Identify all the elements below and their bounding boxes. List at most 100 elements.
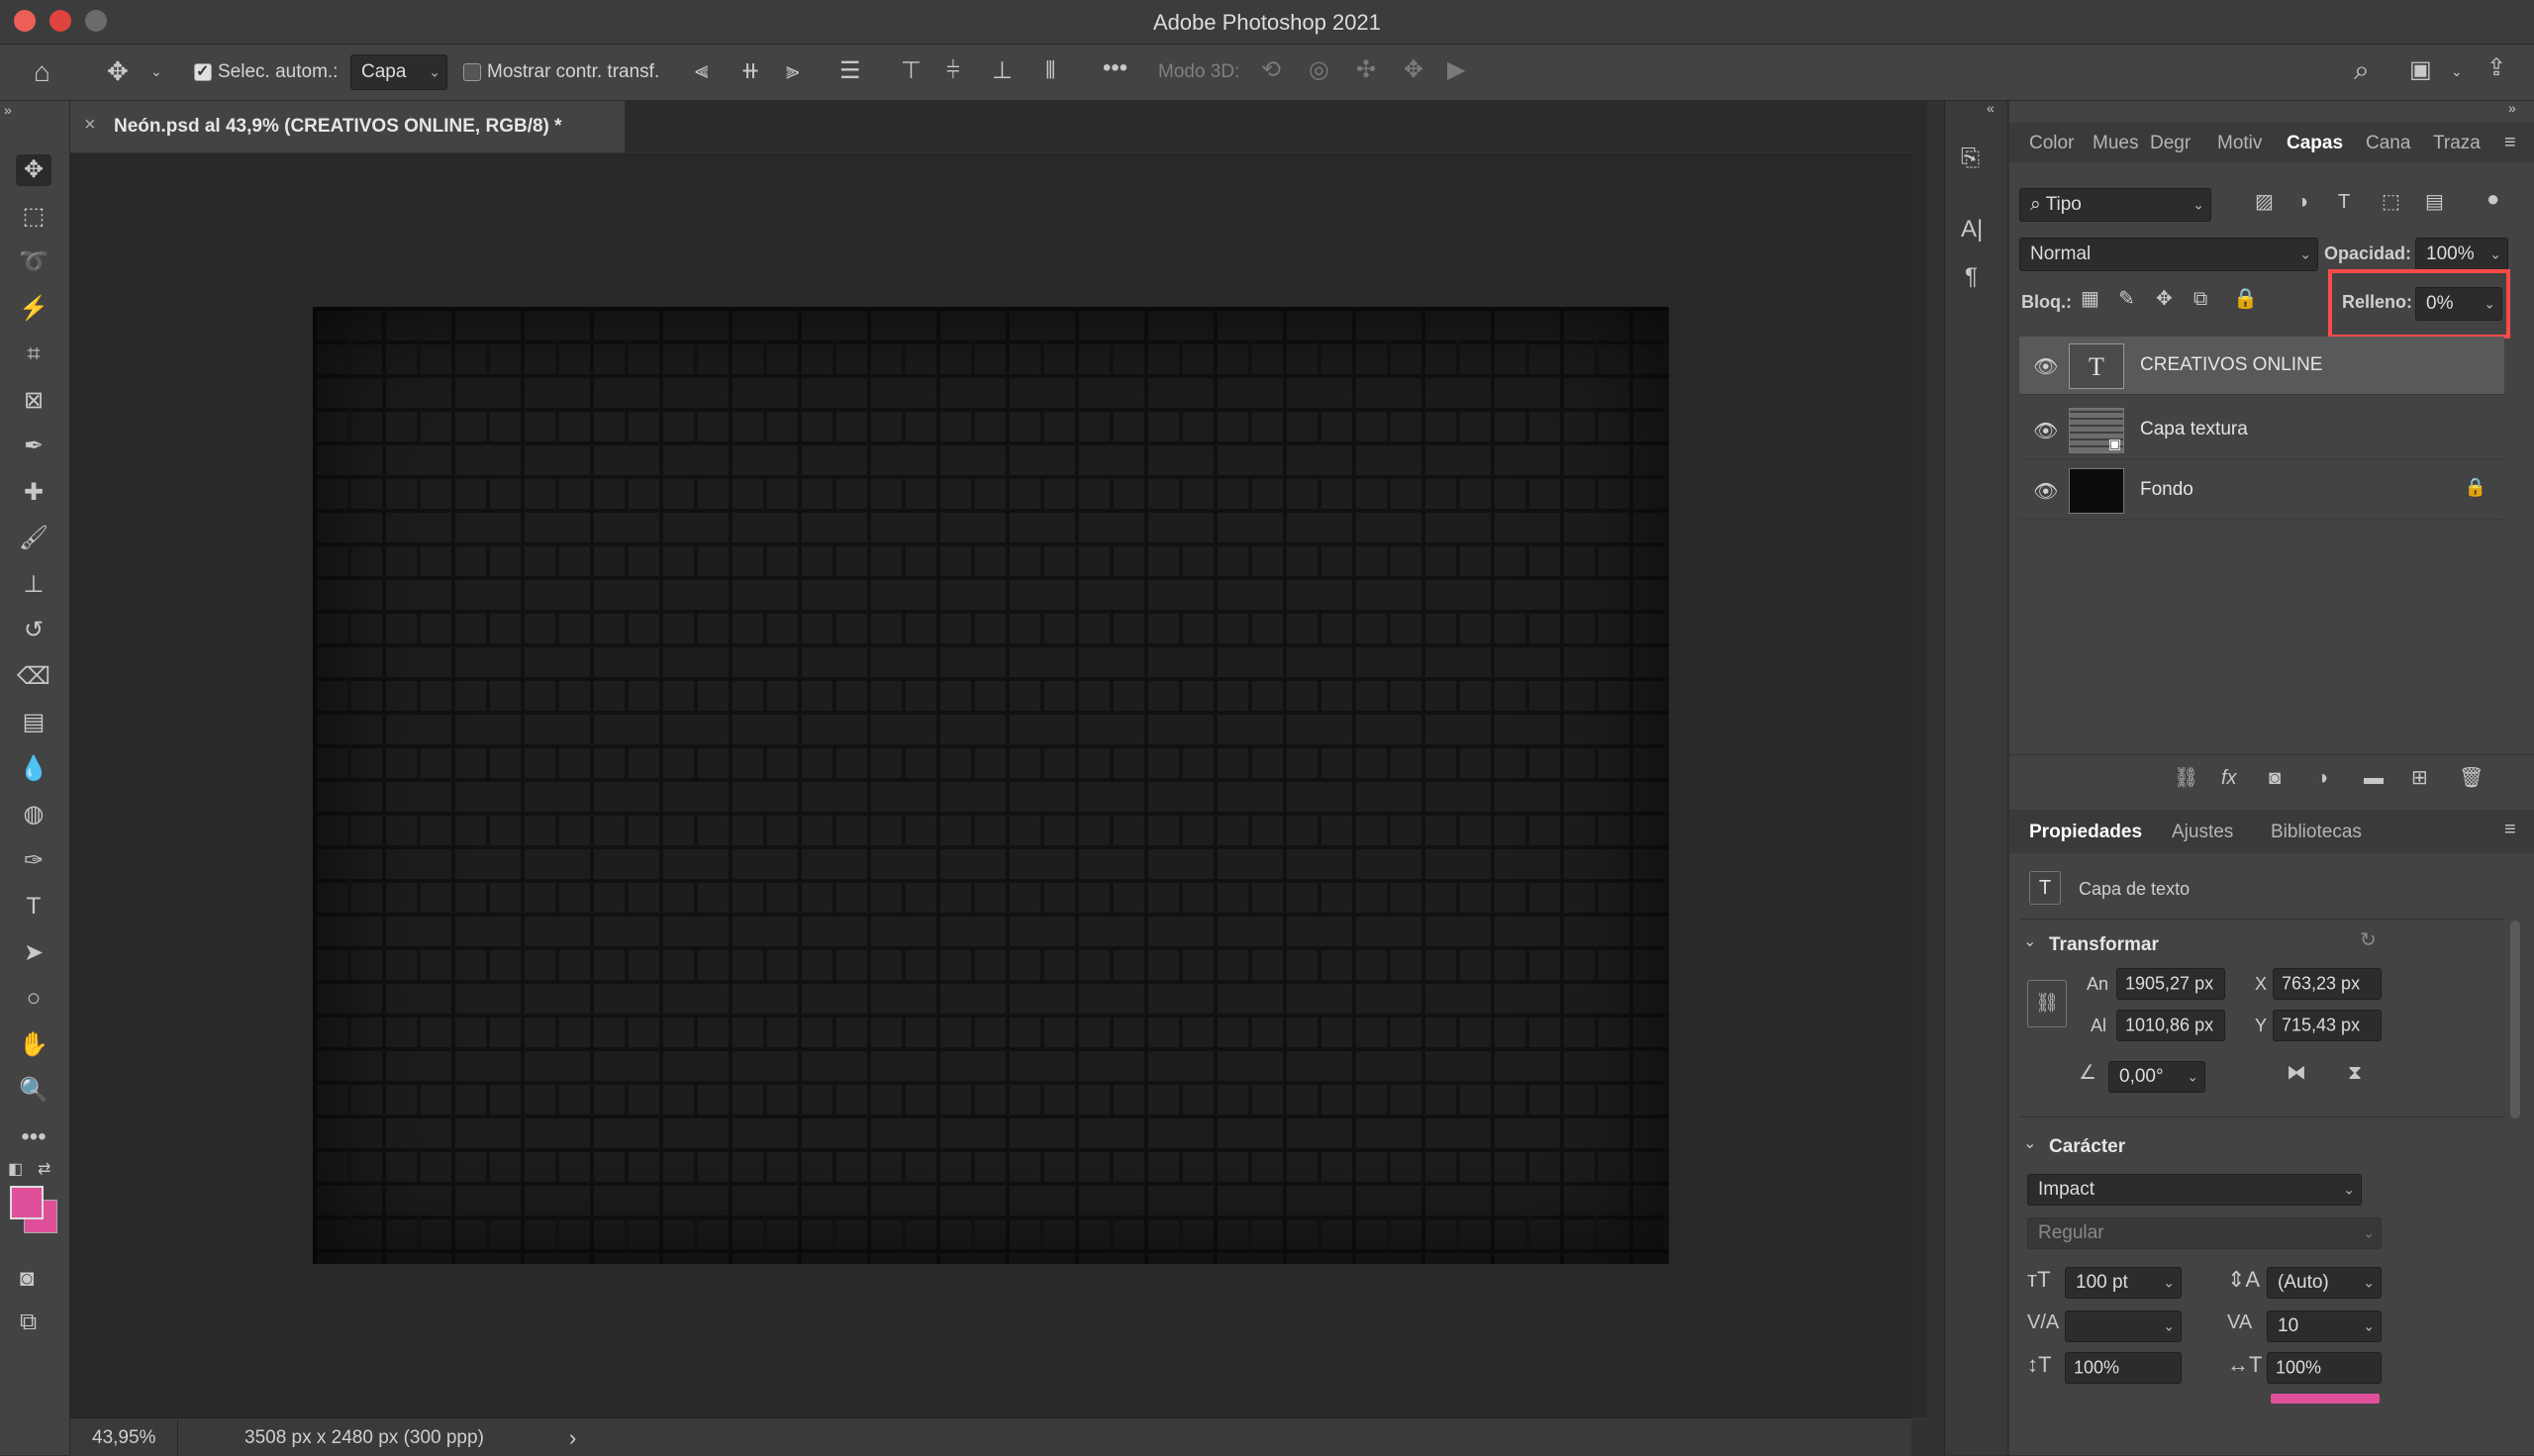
paragraph-panel-icon[interactable]: ¶ bbox=[1965, 265, 1978, 289]
lasso-tool-icon[interactable]: ➰ bbox=[16, 250, 51, 274]
vertical-scale-field[interactable]: 100% bbox=[2065, 1352, 2182, 1384]
filter-shape-icon[interactable]: ⬚ bbox=[2382, 192, 2400, 212]
crop-tool-icon[interactable]: ⌗ bbox=[16, 342, 51, 366]
layer-row-creativos-online[interactable]: 👁 T CREATIVOS ONLINE bbox=[2019, 337, 2504, 395]
tab-cana[interactable]: Cana bbox=[2366, 133, 2410, 154]
tracking-field[interactable]: 10 ⌄ bbox=[2267, 1310, 2382, 1342]
brick-wall-canvas[interactable] bbox=[313, 307, 1669, 1264]
filter-smart-object-icon[interactable]: ▤ bbox=[2425, 192, 2444, 212]
healing-brush-tool-icon[interactable]: ✚ bbox=[16, 480, 51, 505]
tab-traza[interactable]: Traza bbox=[2433, 133, 2481, 154]
flip-horizontal-icon[interactable]: ⧓ bbox=[2287, 1063, 2306, 1083]
document-tab[interactable]: × Neón.psd al 43,9% (CREATIVOS ONLINE, R… bbox=[70, 101, 625, 152]
slide-3d-icon[interactable]: ✥ bbox=[1404, 58, 1423, 82]
eyedropper-tool-icon[interactable]: ✒ bbox=[16, 435, 51, 458]
type-tool-icon[interactable]: T bbox=[16, 895, 51, 919]
layer-row-capa-textura[interactable]: 👁 ▣ Capa textura bbox=[2019, 401, 2504, 459]
tab-degr[interactable]: Degr bbox=[2150, 133, 2191, 154]
brush-tool-icon[interactable]: 🖌 bbox=[16, 527, 51, 550]
chevron-down-icon[interactable]: ⌄ bbox=[2023, 934, 2036, 950]
ellipse-tool-icon[interactable]: ○ bbox=[16, 987, 51, 1011]
y-position-field[interactable]: 715,43 px bbox=[2273, 1010, 2382, 1041]
vertical-scrollbar[interactable] bbox=[1911, 101, 1927, 1417]
tab-color[interactable]: Color bbox=[2029, 133, 2074, 154]
filter-pixel-icon[interactable]: ▨ bbox=[2255, 192, 2274, 212]
layer-style-fx-icon[interactable]: fx bbox=[2221, 768, 2237, 788]
distribute-v-icon[interactable]: ⦀ bbox=[1045, 59, 1056, 83]
status-menu-arrow[interactable]: › bbox=[569, 1425, 576, 1451]
properties-scrollbar[interactable] bbox=[2510, 921, 2520, 1118]
link-dimensions-icon[interactable]: ⛓ bbox=[2027, 980, 2067, 1027]
camera-3d-icon[interactable]: ▶ bbox=[1447, 58, 1465, 82]
zoom-level[interactable]: 43,95% bbox=[92, 1427, 155, 1449]
delete-layer-icon[interactable]: 🗑 bbox=[2459, 768, 2484, 788]
leading-field[interactable]: (Auto) ⌄ bbox=[2267, 1267, 2382, 1299]
layer-row-fondo[interactable]: 👁 Fondo 🔒 bbox=[2019, 461, 2504, 520]
tab-bibliotecas[interactable]: Bibliotecas bbox=[2271, 822, 2362, 843]
hand-tool-icon[interactable]: ✋ bbox=[16, 1032, 51, 1057]
angle-field[interactable]: 0,00° ⌄ bbox=[2108, 1061, 2205, 1093]
add-mask-icon[interactable]: ◙ bbox=[2269, 768, 2281, 788]
tab-motiv[interactable]: Motiv bbox=[2217, 133, 2262, 154]
link-layers-icon[interactable]: ⛓ bbox=[2174, 768, 2198, 788]
flip-vertical-icon[interactable]: ⧗ bbox=[2348, 1063, 2362, 1083]
chevron-down-icon[interactable]: ⌄ bbox=[2451, 64, 2463, 78]
eye-icon[interactable]: 👁 bbox=[2033, 419, 2058, 443]
align-middle-v-icon[interactable]: ⫩ bbox=[946, 59, 960, 83]
frame-tool-icon[interactable]: ⊠ bbox=[16, 388, 51, 413]
width-field[interactable]: 1905,27 px bbox=[2116, 968, 2225, 1000]
eraser-tool-icon[interactable]: ⌫ bbox=[16, 664, 51, 689]
kerning-field[interactable]: ⌄ bbox=[2065, 1310, 2182, 1342]
lock-transparent-pixels-icon[interactable]: ▦ bbox=[2081, 289, 2099, 309]
transform-section-title[interactable]: Transformar bbox=[2049, 934, 2159, 956]
roll-3d-icon[interactable]: ◎ bbox=[1309, 58, 1329, 82]
share-icon[interactable]: ⇪ bbox=[2486, 56, 2506, 80]
history-panel-icon[interactable]: ⎘ bbox=[1961, 146, 1980, 170]
drag-3d-icon[interactable]: ✣ bbox=[1356, 58, 1376, 82]
tab-ajustes[interactable]: Ajustes bbox=[2172, 822, 2233, 843]
filter-adjustment-icon[interactable]: ◑ bbox=[2296, 192, 2308, 212]
tab-mues[interactable]: Mues bbox=[2093, 133, 2138, 154]
font-style-dropdown[interactable]: Regular ⌄ bbox=[2027, 1217, 2382, 1249]
more-tools-icon[interactable]: ••• bbox=[16, 1124, 51, 1149]
character-panel-icon[interactable]: A| bbox=[1961, 218, 1983, 242]
collapse-toolbar-icon[interactable]: » bbox=[4, 103, 12, 117]
expand-panels-icon[interactable]: » bbox=[2508, 101, 2516, 115]
align-right-icon[interactable]: ⫸ bbox=[786, 59, 800, 83]
default-colors-icon[interactable]: ◧ bbox=[8, 1162, 23, 1178]
fill-field[interactable]: 0% ⌄ bbox=[2415, 287, 2502, 321]
align-top-icon[interactable]: ⊤ bbox=[901, 59, 922, 83]
foreground-color-swatch[interactable] bbox=[10, 1186, 44, 1219]
lock-image-pixels-icon[interactable]: ✎ bbox=[2118, 289, 2135, 309]
eye-icon[interactable]: 👁 bbox=[2033, 354, 2058, 379]
clone-stamp-tool-icon[interactable]: ⊥ bbox=[16, 572, 51, 597]
zoom-tool-icon[interactable]: 🔍 bbox=[16, 1079, 51, 1103]
auto-select-target-dropdown[interactable]: Capa ⌄ bbox=[350, 54, 447, 90]
pen-tool-icon[interactable]: ✑ bbox=[16, 848, 51, 873]
blur-tool-icon[interactable]: 💧 bbox=[16, 756, 51, 781]
font-size-field[interactable]: 100 pt ⌄ bbox=[2065, 1267, 2182, 1299]
text-color-swatch[interactable] bbox=[2271, 1394, 2380, 1404]
height-field[interactable]: 1010,86 px bbox=[2116, 1010, 2225, 1041]
marquee-tool-icon[interactable]: ⬚ bbox=[16, 204, 51, 229]
lock-position-icon[interactable]: ✥ bbox=[2156, 289, 2173, 309]
show-transform-checkbox[interactable] bbox=[463, 63, 481, 81]
panel-menu-icon[interactable]: ≡ bbox=[2504, 820, 2516, 839]
eye-icon[interactable]: 👁 bbox=[2033, 479, 2058, 504]
chevron-down-icon[interactable]: ⌄ bbox=[2023, 1136, 2036, 1152]
sponge-tool-icon[interactable]: ◍ bbox=[16, 803, 51, 826]
close-tab-icon[interactable]: × bbox=[84, 115, 96, 135]
panel-menu-icon[interactable]: ≡ bbox=[2504, 133, 2516, 152]
align-left-icon[interactable]: ⫷ bbox=[695, 59, 709, 83]
align-center-h-icon[interactable]: ⧺ bbox=[740, 59, 760, 83]
quick-mask-icon[interactable]: ◙ bbox=[20, 1267, 35, 1291]
gradient-tool-icon[interactable]: ▤ bbox=[16, 711, 51, 734]
screen-mode-icon[interactable]: ⧉ bbox=[20, 1310, 37, 1334]
distribute-icon[interactable]: ☰ bbox=[839, 59, 861, 83]
path-selection-tool-icon[interactable]: ➤ bbox=[16, 940, 51, 965]
adjustment-layer-icon[interactable]: ◑ bbox=[2316, 768, 2328, 788]
search-icon[interactable]: ⌕ bbox=[2354, 56, 2370, 84]
workspace-icon[interactable]: ▣ bbox=[2409, 58, 2432, 82]
tab-propiedades[interactable]: Propiedades bbox=[2029, 822, 2142, 843]
auto-select-checkbox[interactable] bbox=[194, 61, 212, 81]
